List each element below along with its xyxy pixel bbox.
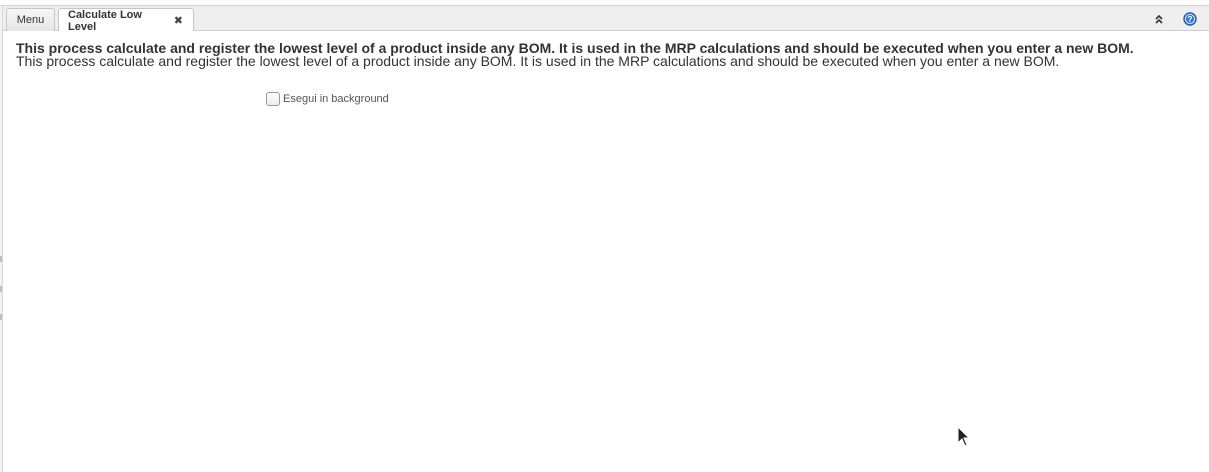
splitter-grip	[0, 256, 2, 262]
double-chevron-up-icon[interactable]	[1151, 11, 1167, 27]
svg-text:?: ?	[1188, 15, 1193, 24]
tab-calculate-low-level[interactable]: Calculate Low Level ✖	[58, 8, 194, 33]
process-description: This process calculate and register the …	[16, 53, 1060, 69]
help-icon[interactable]: ?	[1182, 11, 1198, 27]
close-icon[interactable]: ✖	[174, 14, 183, 27]
splitter-grip	[0, 314, 2, 320]
tab-active-label: Calculate Low Level	[68, 8, 142, 33]
app-window: Menu Calculate Low Level ✖ ? This proces…	[0, 0, 1209, 472]
process-panel: This process calculate and register the …	[3, 31, 1209, 472]
run-in-background-label: Esegui in background	[283, 93, 389, 105]
run-in-background-option[interactable]: Esegui in background	[266, 92, 389, 106]
tab-menu[interactable]: Menu	[6, 8, 55, 31]
mouse-pointer-icon	[957, 425, 971, 453]
splitter-grip	[0, 286, 2, 292]
tab-menu-label: Menu	[16, 14, 45, 26]
tab-bar: Menu Calculate Low Level ✖ ?	[3, 6, 1209, 33]
run-in-background-checkbox[interactable]	[266, 92, 280, 106]
